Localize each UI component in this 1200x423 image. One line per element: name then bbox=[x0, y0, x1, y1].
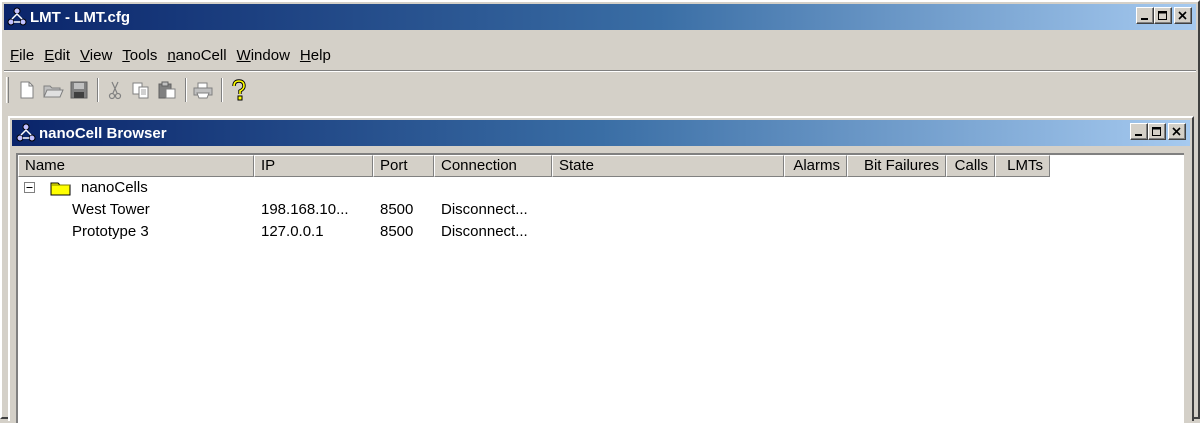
menu-view[interactable]: View bbox=[76, 47, 118, 64]
menu-edit[interactable]: Edit bbox=[40, 47, 76, 64]
cell-ip: 198.168.10... bbox=[261, 201, 349, 218]
menu-window[interactable]: Window bbox=[233, 47, 296, 64]
print-icon bbox=[193, 82, 213, 99]
close-icon bbox=[1178, 10, 1187, 20]
print-button[interactable] bbox=[191, 78, 215, 102]
toolbar-separator bbox=[185, 78, 187, 102]
window-controls bbox=[1136, 7, 1192, 24]
maximize-icon bbox=[1152, 126, 1161, 136]
browser-window-controls bbox=[1130, 123, 1186, 140]
column-headers: Name IP Port Connection State Alarms Bit… bbox=[18, 155, 1050, 177]
column-header-name[interactable]: Name bbox=[18, 155, 254, 177]
column-header-state[interactable]: State bbox=[552, 155, 784, 177]
column-header-ip[interactable]: IP bbox=[254, 155, 373, 177]
tree-root-label: nanoCells bbox=[81, 179, 148, 196]
cell-port: 8500 bbox=[380, 201, 414, 218]
toolbar-separator bbox=[97, 78, 99, 102]
browser-minimize-button[interactable] bbox=[1130, 123, 1148, 140]
folder-icon bbox=[50, 182, 71, 196]
title-bar[interactable]: LMT - LMT.cfg bbox=[4, 4, 1196, 30]
maximize-icon bbox=[1158, 10, 1167, 20]
cut-icon bbox=[108, 81, 122, 100]
tree-root-row[interactable]: nanoCells bbox=[18, 177, 1178, 199]
paste-icon bbox=[158, 81, 176, 99]
save-button[interactable] bbox=[67, 78, 91, 102]
cell-ip: 127.0.0.1 bbox=[261, 223, 324, 240]
minimize-icon bbox=[1141, 17, 1148, 20]
window-title: LMT - LMT.cfg bbox=[30, 8, 130, 26]
copy-icon bbox=[132, 82, 149, 99]
cell-connection: Disconnect... bbox=[441, 201, 528, 218]
cell-name: Prototype 3 bbox=[72, 223, 149, 240]
collapse-toggle[interactable] bbox=[24, 182, 35, 193]
menu-nanocell[interactable]: nanoCell bbox=[163, 47, 232, 64]
toolbar-divider bbox=[4, 70, 1196, 72]
new-file-button[interactable] bbox=[15, 78, 39, 102]
column-header-alarms[interactable]: Alarms bbox=[784, 155, 847, 177]
cut-button[interactable] bbox=[103, 78, 127, 102]
help-icon bbox=[232, 79, 246, 101]
browser-maximize-button[interactable] bbox=[1148, 123, 1166, 140]
menu-bar: File Edit View Tools nanoCell Window Hel… bbox=[6, 44, 337, 66]
column-header-bit-failures[interactable]: Bit Failures bbox=[847, 155, 946, 177]
cell-name: West Tower bbox=[72, 201, 150, 218]
open-folder-icon bbox=[43, 85, 64, 98]
app-window: LMT - LMT.cfg File Edit View Tools nanoC… bbox=[0, 0, 1200, 423]
browser-close-button[interactable] bbox=[1168, 123, 1186, 140]
close-button[interactable] bbox=[1174, 7, 1192, 24]
toolbar-grip[interactable] bbox=[6, 77, 9, 103]
paste-button[interactable] bbox=[155, 78, 179, 102]
table-row[interactable]: Prototype 3 127.0.0.1 8500 Disconnect... bbox=[18, 221, 1178, 243]
cell-port: 8500 bbox=[380, 223, 414, 240]
lmt-network-icon bbox=[16, 123, 36, 142]
menu-file[interactable]: File bbox=[6, 47, 40, 64]
menu-help[interactable]: Help bbox=[296, 47, 337, 64]
lmt-network-icon bbox=[7, 7, 27, 26]
minimize-button[interactable] bbox=[1136, 7, 1154, 24]
maximize-button[interactable] bbox=[1154, 7, 1172, 24]
minus-icon bbox=[26, 187, 33, 188]
help-button[interactable] bbox=[227, 78, 251, 102]
toolbar-separator bbox=[221, 78, 223, 102]
column-header-calls[interactable]: Calls bbox=[946, 155, 995, 177]
minimize-icon bbox=[1135, 133, 1142, 136]
new-file-icon bbox=[20, 81, 34, 99]
toolbar bbox=[6, 75, 253, 105]
browser-title-bar[interactable]: nanoCell Browser bbox=[12, 120, 1190, 146]
browser-title: nanoCell Browser bbox=[39, 124, 167, 142]
table-row[interactable]: West Tower 198.168.10... 8500 Disconnect… bbox=[18, 199, 1178, 221]
copy-button[interactable] bbox=[129, 78, 153, 102]
close-icon bbox=[1172, 126, 1181, 136]
cell-connection: Disconnect... bbox=[441, 223, 528, 240]
save-icon bbox=[70, 81, 88, 99]
nanocell-browser-window: nanoCell Browser Name IP Port Connection bbox=[8, 116, 1194, 423]
open-button[interactable] bbox=[41, 78, 65, 102]
menu-tools[interactable]: Tools bbox=[118, 47, 163, 64]
column-header-lmts[interactable]: LMTs bbox=[995, 155, 1050, 177]
column-header-port[interactable]: Port bbox=[373, 155, 434, 177]
column-header-connection[interactable]: Connection bbox=[434, 155, 552, 177]
nanocell-list-view[interactable]: Name IP Port Connection State Alarms Bit… bbox=[16, 153, 1184, 423]
